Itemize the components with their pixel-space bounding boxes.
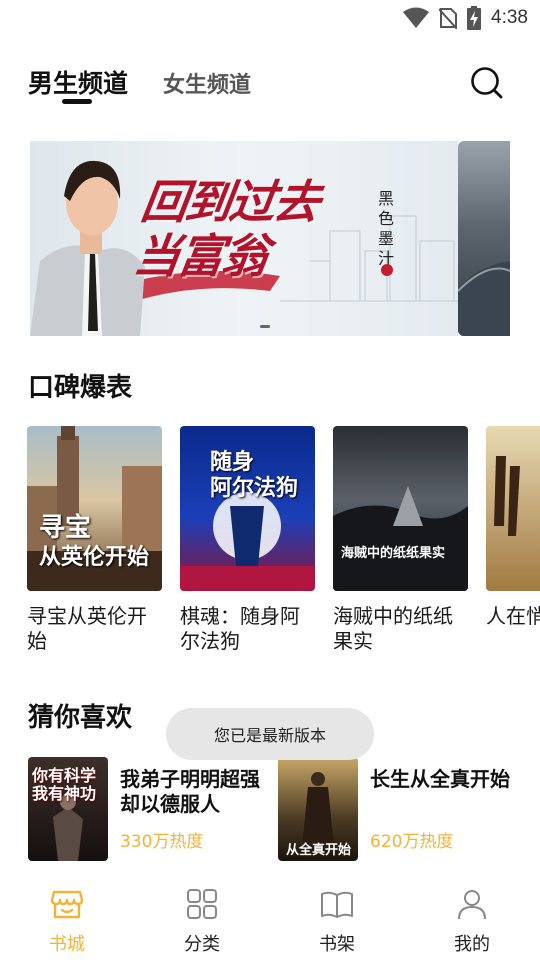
book-cover-title: 你有科学 我有神功: [32, 766, 97, 803]
recommend-book-item[interactable]: 从全真开始 长生从全真开始 620万热度: [278, 757, 518, 861]
book-card[interactable]: 海贼中的纸纸果实 海贼中的纸纸果实: [333, 426, 468, 654]
earth-image: [458, 261, 510, 336]
book-title: 寻宝从英伦开始: [27, 604, 147, 653]
book-cover: 你有科学 我有神功: [28, 757, 108, 861]
nav-item-category[interactable]: 分类: [162, 886, 242, 956]
book-cover-title: 随身 阿尔法狗: [210, 450, 299, 501]
book-title: 人在悄悄: [486, 604, 540, 628]
book-cover-title: 海贼中的纸纸果实: [341, 546, 446, 561]
banner-title: 回到过去 当富翁: [130, 175, 322, 283]
tab-female-channel[interactable]: 女生频道: [163, 67, 251, 99]
book-card[interactable]: 寻宝 从英伦开始 寻宝从英伦开始: [27, 426, 162, 654]
book-cover: 随身 阿尔法狗: [180, 426, 315, 591]
book-heat: 620万热度: [370, 832, 454, 852]
book-cover-title: 寻宝 从英伦开始: [39, 513, 150, 570]
nav-item-bookstore[interactable]: 书城: [27, 886, 107, 956]
nav-item-profile[interactable]: 我的: [432, 886, 512, 956]
book-cover: [486, 426, 540, 591]
bookstore-icon: [50, 890, 84, 919]
no-sim-icon: [439, 8, 458, 29]
nav-label: 分类: [184, 934, 220, 955]
book-title: 棋魂：随身阿尔法狗: [180, 604, 300, 653]
channel-header: 男生频道 女生频道: [0, 58, 540, 110]
reputation-book-list: 寻宝 从英伦开始 寻宝从英伦开始 随身 阿尔法狗 棋魂：随身阿尔法狗 海贼中的纸纸果…: [27, 426, 540, 666]
book-card[interactable]: 人在悄悄: [486, 426, 540, 629]
search-icon[interactable]: [470, 66, 504, 100]
status-bar: 4:38: [0, 0, 540, 38]
bottom-nav: 书城 分类 书架 我的: [0, 876, 540, 960]
banner-author: 黑色墨汁: [378, 189, 395, 268]
profile-icon: [458, 890, 486, 920]
update-toast: 您已是最新版本: [166, 708, 374, 760]
banner-next-slide[interactable]: [458, 141, 510, 336]
book-title: 海贼中的纸纸果实: [333, 604, 453, 653]
book-cover-title: 从全真开始: [286, 843, 352, 858]
category-grid-icon: [187, 889, 217, 919]
promo-banner[interactable]: 回到过去 当富翁 黑色墨汁: [30, 141, 458, 336]
nav-label: 书城: [49, 934, 85, 955]
battery-charging-icon: [467, 6, 482, 30]
nav-item-bookshelf[interactable]: 书架: [297, 886, 377, 956]
bookshelf-icon: [321, 891, 353, 918]
banner-page-indicator: [260, 325, 270, 328]
section-title-guess: 猜你喜欢: [28, 703, 133, 733]
status-icons: 4:38: [403, 6, 528, 30]
book-cover: 从全真开始: [278, 757, 358, 861]
status-time: 4:38: [491, 7, 528, 28]
section-title-reputation: 口碑爆表: [28, 373, 133, 403]
banner-seal-icon: [381, 264, 393, 276]
active-tab-indicator: [62, 99, 92, 104]
recommend-book-item[interactable]: 你有科学 我有神功 我弟子明明超强却以德服人 330万热度: [28, 757, 268, 861]
book-heat: 330万热度: [120, 832, 204, 852]
book-cover: 寻宝 从英伦开始: [27, 426, 162, 591]
book-title: 长生从全真开始: [370, 767, 510, 791]
nav-label: 书架: [319, 934, 355, 955]
book-title: 我弟子明明超强却以德服人: [120, 767, 260, 816]
nav-label: 我的: [454, 934, 490, 955]
wifi-icon: [403, 7, 430, 28]
book-card[interactable]: 随身 阿尔法狗 棋魂：随身阿尔法狗: [180, 426, 315, 654]
tab-male-channel[interactable]: 男生频道: [28, 64, 128, 100]
book-cover: 海贼中的纸纸果实: [333, 426, 468, 591]
